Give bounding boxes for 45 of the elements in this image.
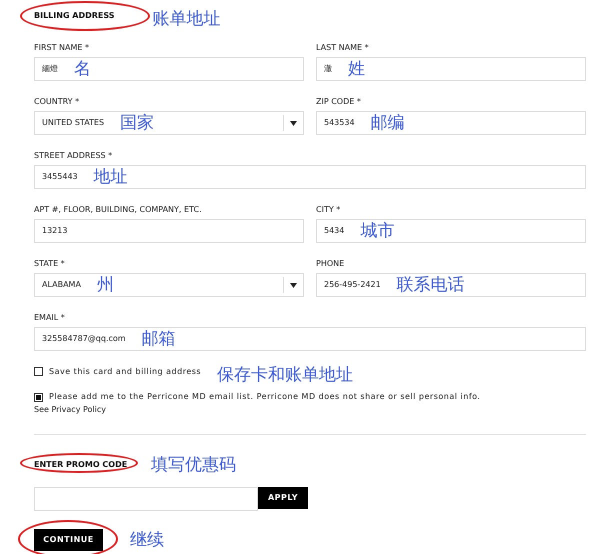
checkbox-label: Please add me to the Perricone MD email list. Perricone MD does not share or sell personal info. [49, 391, 480, 403]
field-label: ZIP CODE * [316, 96, 362, 108]
annotation-text: 继续 [130, 532, 164, 548]
annotation-text: 邮箱 [142, 330, 176, 348]
input-field[interactable]: 256-495-2421 联系电话 [316, 273, 586, 297]
field-label: FIRST NAME * [34, 42, 90, 54]
checkbox[interactable] [34, 392, 43, 402]
annotation-text: 州 [96, 276, 114, 294]
annotation-text: 联系电话 [396, 276, 465, 294]
annotation-text: 地址 [94, 168, 128, 186]
field-label: STREET ADDRESS * [34, 150, 114, 162]
input-field[interactable]: 325584787@qq.com 邮箱 [34, 327, 586, 351]
annotation-text: 名 [74, 60, 91, 78]
promo-code-field[interactable] [34, 487, 258, 511]
section-heading: BILLING ADDRESS [34, 10, 115, 22]
annotation-text: 城市 [360, 222, 394, 240]
input-field[interactable]: 緬燈 名 [34, 57, 304, 81]
select-field[interactable]: UNITED STATES 国家 [34, 111, 304, 135]
input-field[interactable]: 5434 城市 [316, 219, 586, 243]
input-field[interactable]: 澈 姓 [316, 57, 586, 81]
field-label: LAST NAME * [316, 42, 370, 54]
annotation-text: 账单地址 [152, 10, 221, 28]
input-field[interactable]: 3455443 地址 [34, 165, 586, 189]
field-label: APT #, FLOOR, BUILDING, COMPANY, ETC. [34, 204, 203, 216]
section-heading: ENTER PROMO CODE [34, 459, 128, 471]
checkbox[interactable] [34, 367, 43, 376]
continue-button[interactable]: CONTINUE [34, 529, 103, 551]
input-field[interactable]: 543534 邮编 [316, 111, 586, 135]
field-label: EMAIL * [34, 312, 66, 324]
select-field[interactable]: ALABAMA 州 [34, 273, 304, 297]
checkbox-label: Save this card and billing address [49, 366, 202, 378]
privacy-policy-link[interactable]: See Privacy Policy [34, 404, 586, 416]
annotation-text: 姓 [348, 60, 365, 78]
field-label: STATE * [34, 258, 66, 270]
input-field[interactable]: 13213 [34, 219, 304, 243]
annotation-text: 保存卡和账单地址 [217, 367, 354, 384]
annotation-text: 国家 [120, 114, 154, 132]
apply-button[interactable]: APPLY [258, 487, 308, 509]
annotation-text: 邮编 [370, 114, 405, 132]
dropdown-arrow-icon [290, 282, 297, 288]
annotation-text: 填写优惠码 [151, 456, 236, 474]
dropdown-arrow-icon [290, 120, 297, 126]
field-label: CITY * [316, 204, 342, 216]
field-label: COUNTRY * [34, 96, 80, 108]
field-label: PHONE [316, 258, 346, 270]
